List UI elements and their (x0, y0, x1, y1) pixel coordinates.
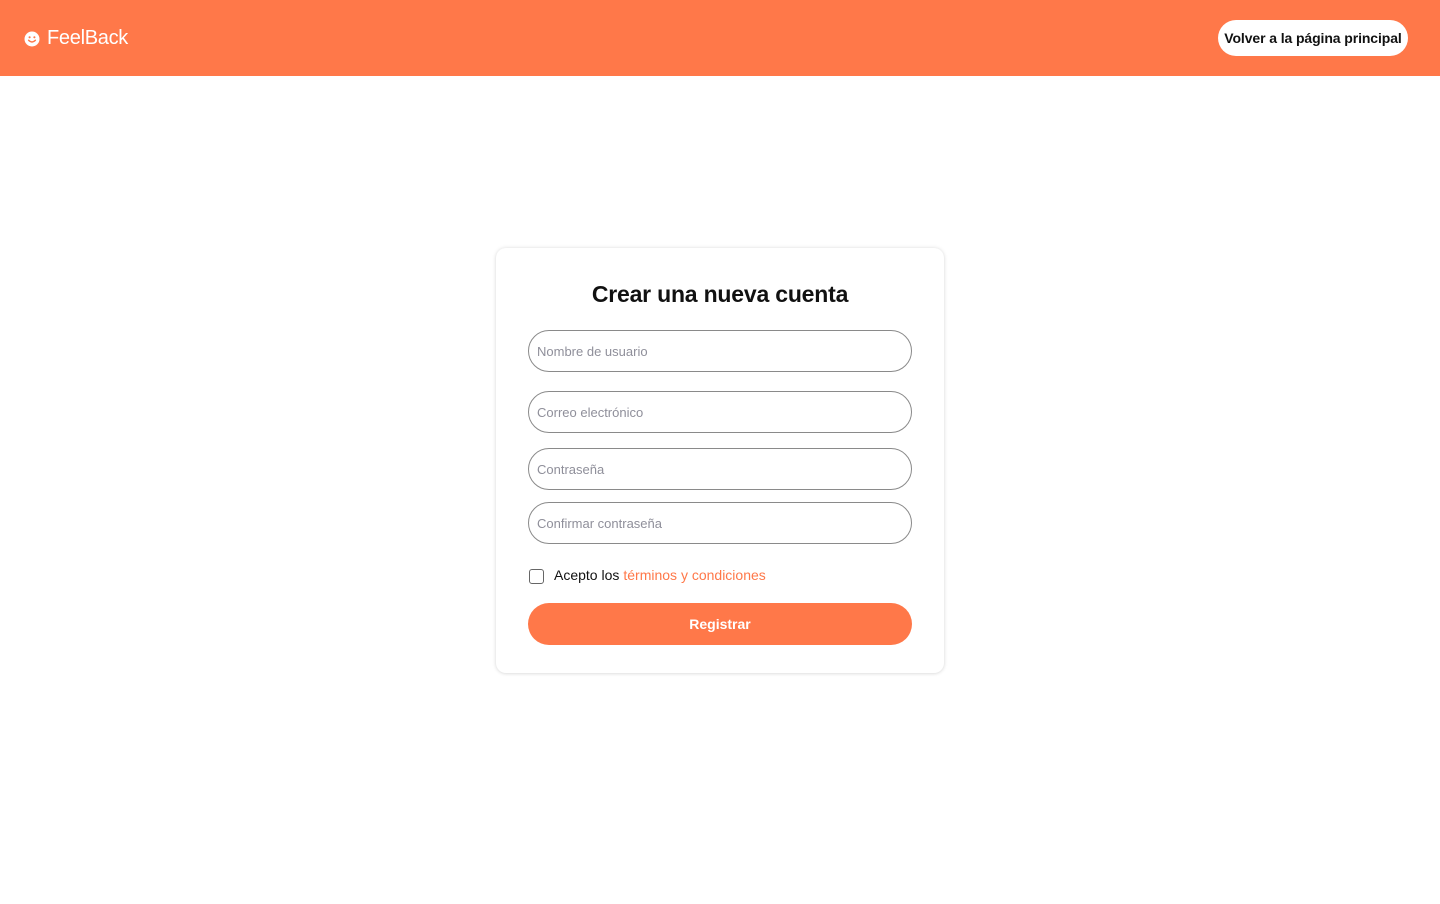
email-input[interactable] (528, 391, 912, 433)
password-input[interactable] (528, 448, 912, 490)
terms-label: Acepto los (554, 567, 620, 583)
terms-checkbox[interactable] (529, 569, 544, 584)
back-to-home-button[interactable]: Volver a la página principal (1218, 20, 1408, 56)
terms-row: Acepto los términos y condiciones (529, 565, 766, 585)
username-input[interactable] (528, 330, 912, 372)
confirm-password-input[interactable] (528, 502, 912, 544)
terms-link[interactable]: términos y condiciones (623, 567, 765, 583)
top-navbar: FeelBack Volver a la página principal (0, 0, 1440, 76)
brand-logo[interactable]: FeelBack (24, 26, 128, 50)
smiley-icon (24, 30, 40, 47)
register-button[interactable]: Registrar (528, 603, 912, 645)
register-card: Crear una nueva cuenta Acepto los términ… (496, 248, 944, 673)
page-title: Crear una nueva cuenta (591, 281, 849, 307)
brand-name: FeelBack (47, 26, 128, 49)
